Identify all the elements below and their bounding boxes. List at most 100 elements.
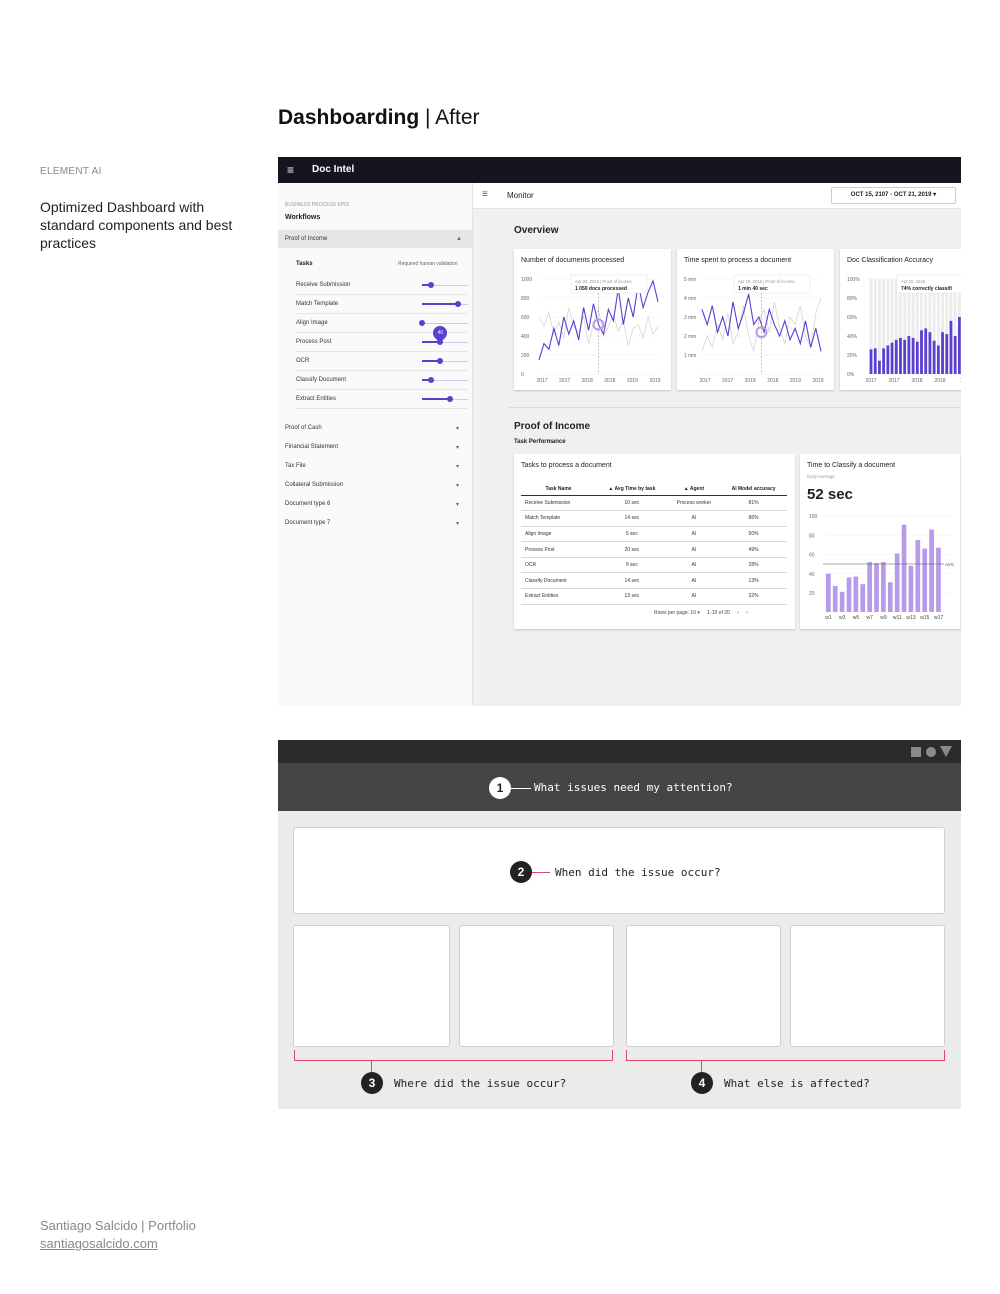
y-tick-label: 0	[521, 372, 524, 378]
bar	[922, 548, 928, 612]
bar	[932, 340, 936, 374]
wireframe-header: 1 What issues need my attention?	[278, 763, 961, 811]
rows-per-page-select[interactable]: Rows per page: 10 ▾	[654, 610, 700, 616]
wireframe-box-c	[626, 925, 781, 1047]
sidebar-item-proof-of-income[interactable]: Proof of Income ▲	[278, 230, 472, 248]
column-header[interactable]: ▲ Avg Time by task	[596, 483, 668, 496]
wireframe-timeline-box: 2 When did the issue occur?	[293, 827, 945, 914]
tooltip-value: 74% correctly classifi	[901, 286, 952, 292]
y-tick-label: 1000	[521, 277, 532, 283]
bar	[936, 547, 941, 612]
task-label: OCR	[296, 358, 310, 364]
slider-handle[interactable]	[428, 377, 435, 383]
sidebar-item-label: Proof of Cash	[285, 425, 322, 431]
table-row[interactable]: Match Template 14 sec AI 86%	[521, 510, 787, 527]
task-row[interactable]: OCR	[296, 353, 468, 371]
hamburger-icon[interactable]: ≡	[482, 189, 488, 200]
table-row[interactable]: Align Image 5 sec AI 50%	[521, 526, 787, 543]
table-row[interactable]: OCR 9 sec AI 28%	[521, 557, 787, 574]
sidebar-item[interactable]: Document type 7 ▾	[278, 520, 472, 534]
pagination: Rows per page: 10 ▾ 1-10 of 20 ‹ ›	[654, 610, 754, 616]
task-row[interactable]: Classify Document	[296, 372, 468, 390]
average-label: AVG	[945, 562, 955, 567]
x-tick-label: w13	[906, 615, 915, 621]
slider-handle[interactable]	[454, 301, 461, 307]
column-header[interactable]: ▲ Agent	[667, 483, 721, 496]
slider-handle[interactable]	[437, 358, 444, 364]
y-tick-label: 400	[521, 334, 530, 340]
task-row[interactable]: Match Template	[296, 296, 468, 314]
sidebar-item[interactable]: Proof of Cash ▾	[278, 425, 472, 439]
docs-processed-chart: 1000 800 600 400 200 0 2017 2017 2018 2018 2019 201…	[521, 274, 661, 384]
table-cell: 86%	[720, 510, 787, 527]
y-tick-label: 100	[809, 514, 818, 520]
process-time-card: Time spent to process a document 5 min 4 …	[677, 249, 834, 390]
framework-wireframe: 1 What issues need my attention? 2 When …	[278, 740, 961, 1109]
table-cell: Process worker	[667, 495, 721, 512]
tasks-note: Required human validation	[398, 261, 458, 267]
slider-handle[interactable]	[419, 320, 425, 326]
wireframe-box-a	[293, 925, 450, 1047]
sidebar-item[interactable]: Collateral Submission ▾	[278, 482, 472, 496]
x-tick-label: w15	[920, 615, 929, 621]
sidebar-item[interactable]: Document type 6 ▾	[278, 501, 472, 515]
question-4: What else is affected?	[724, 1077, 870, 1090]
sidebar-item-label: Proof of Income	[285, 236, 328, 242]
y-tick-label: 200	[521, 353, 530, 359]
process-time-chart: 5 min 4 min 3 min 2 min 1 min 2017 2017 2018 201…	[684, 274, 824, 384]
bar	[853, 576, 859, 612]
menu-icon[interactable]: ≡	[287, 163, 294, 177]
y-tick-label: 100%	[847, 277, 860, 283]
table-row[interactable]: Classify Document 14 sec AI 13%	[521, 572, 787, 590]
sidebar-item[interactable]: Tax File ▾	[278, 463, 472, 477]
chevron-down-icon: ▾	[456, 483, 460, 489]
table-row[interactable]: Process Post 20 sec AI 49%	[521, 541, 787, 558]
bar	[953, 336, 957, 374]
x-tick-label: 2018	[767, 378, 778, 384]
task-label: Extract Entities	[296, 396, 337, 402]
bar	[915, 540, 921, 612]
tasks-table: Task Name ▲ Avg Time by task ▲ Agent AI Mod…	[521, 483, 787, 605]
bar	[882, 348, 886, 374]
x-tick-label: 2019	[649, 378, 660, 384]
task-row[interactable]: Receive Submission	[296, 277, 468, 295]
step-1-badge: 1	[489, 777, 511, 799]
step-4-badge: 4	[691, 1072, 713, 1094]
monitor-label: Monitor	[507, 191, 534, 200]
bar	[860, 584, 866, 612]
next-page-icon[interactable]: ›	[746, 610, 748, 616]
bar	[949, 320, 953, 374]
bar	[826, 573, 831, 612]
bar	[867, 562, 872, 612]
main-content: ≡ Monitor OCT 15, 2107 - OCT 21, 2019 ▾ …	[473, 183, 961, 706]
date-range-select[interactable]: OCT 15, 2107 - OCT 21, 2019 ▾	[831, 187, 956, 204]
table-cell: 50%	[720, 526, 787, 543]
classify-time-chart: 100 80 60 40 20 AVG w1 w3 w5 w7 w9 w11 w13 w15 w17	[809, 514, 955, 621]
wireframe-window-bar	[278, 740, 961, 763]
x-tick-label: 2018	[604, 378, 615, 384]
footer-name: Santiago Salcido | Portfolio	[40, 1218, 196, 1233]
footer-link[interactable]: santiagosalcido.com	[40, 1236, 158, 1251]
table-cell: OCR	[521, 557, 597, 574]
proof-of-income-heading: Proof of Income	[514, 421, 591, 432]
task-label: Classify Document	[296, 377, 347, 383]
app-bar: ≡ Doc Intel	[278, 157, 961, 183]
chevron-down-icon: ▾	[456, 426, 460, 432]
x-tick-label: 2017	[699, 378, 710, 384]
slider-handle[interactable]	[446, 396, 453, 402]
x-tick-label: w7	[867, 615, 874, 621]
classification-accuracy-chart: 100% 80% 60% 40% 20% 0% 2017 2017 2018 2018 20 Apr …	[847, 274, 961, 384]
task-label: Receive Submission	[296, 282, 351, 288]
bar	[915, 341, 919, 374]
table-row[interactable]: Receive Submission 10 sec Process worker 81…	[521, 495, 787, 512]
sidebar-item[interactable]: Financial Statement ▾	[278, 444, 472, 458]
x-tick-label: 2018	[934, 378, 945, 384]
bar	[890, 342, 894, 374]
table-cell: Extract Entities	[521, 588, 597, 605]
prev-page-icon[interactable]: ‹	[737, 610, 739, 616]
table-cell: Match Template	[521, 510, 597, 527]
table-row[interactable]: Extract Entities 13 sec AI 32%	[521, 588, 787, 605]
table-cell: 5 sec	[596, 526, 668, 543]
slider-handle[interactable]	[428, 282, 435, 288]
task-row[interactable]: Extract Entities	[296, 391, 468, 409]
